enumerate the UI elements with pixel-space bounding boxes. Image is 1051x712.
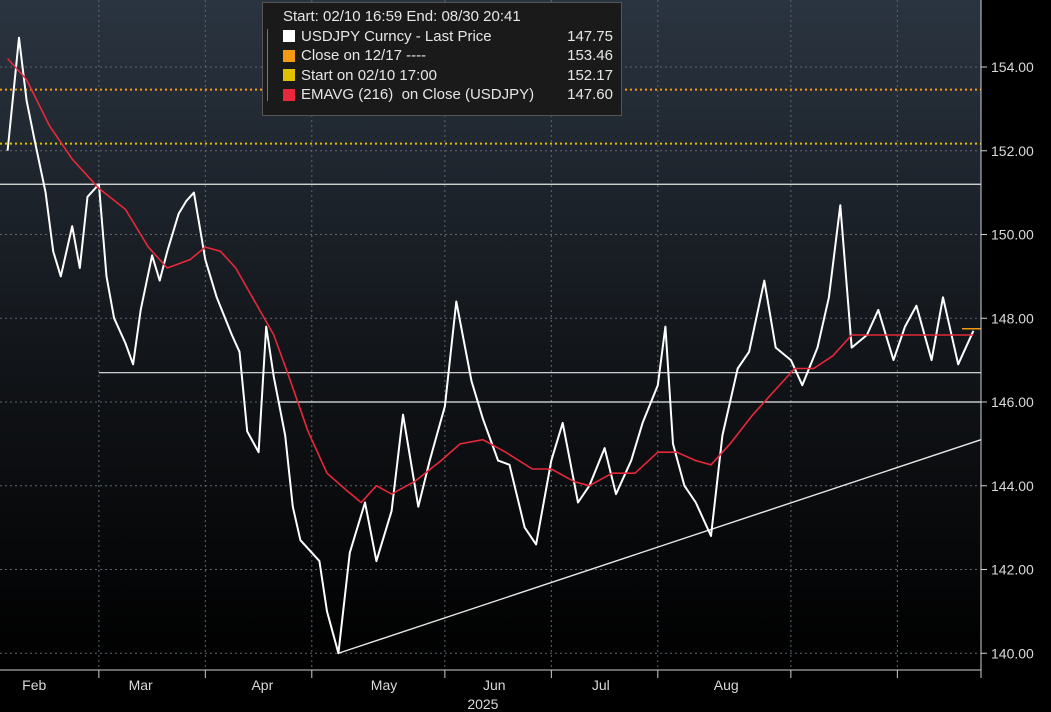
legend-label: Start on 02/10 17:00: [301, 66, 437, 84]
legend-value: 152.17: [567, 66, 613, 84]
y-tick-label: 140.00: [991, 645, 1034, 661]
y-tick-label: 154.00: [991, 59, 1034, 75]
y-tick-label: 144.00: [991, 478, 1034, 494]
legend-swatch-close: [283, 49, 295, 62]
legend-item-emavg: EMAVG (216) on Close (USDJPY) 147.60: [271, 85, 613, 105]
y-tick-label: 148.00: [991, 310, 1034, 326]
chart-root: 154.00 152.00 150.00 148.00 146.00 144.00 142.…: [0, 0, 1051, 712]
legend-header: Start: 02/10 16:59 End: 08/30 20:41: [283, 8, 521, 25]
legend-swatch-emavg: [283, 88, 295, 101]
legend-item-close-1217: Close on 12/17 ---- 153.46: [271, 46, 613, 66]
x-tick-label: Mar: [129, 677, 153, 693]
legend-value: 153.46: [567, 47, 613, 64]
x-tick-label: Aug: [714, 677, 739, 693]
legend-item-last-price: USDJPY Curncy - Last Price 147.75: [271, 27, 613, 47]
y-tick-label: 142.00: [991, 562, 1034, 578]
legend-label: USDJPY Curncy - Last Price: [301, 27, 492, 45]
y-tick-label: 146.00: [991, 394, 1034, 410]
legend-swatch-start: [283, 69, 295, 82]
legend-value: 147.60: [567, 86, 613, 103]
legend: Start: 02/10 16:59 End: 08/30 20:41 USDJ…: [262, 2, 622, 116]
x-tick-label: Jun: [483, 677, 506, 693]
y-tick-label: 150.00: [991, 227, 1034, 243]
x-tick-label: Feb: [22, 677, 46, 693]
legend-item-start: Start on 02/10 17:00 152.17: [271, 66, 613, 86]
y-tick-label: 152.00: [991, 143, 1034, 159]
legend-label: EMAVG (216) on Close (USDJPY): [301, 86, 535, 103]
legend-value: 147.75: [567, 27, 613, 45]
x-tick-label: Jul: [592, 677, 610, 693]
x-tick-label: May: [371, 677, 397, 693]
x-tick-label: Apr: [251, 677, 273, 693]
legend-swatch-last-price: [283, 30, 295, 43]
x-axis-year-label: 2025: [467, 696, 498, 712]
legend-label: Close on 12/17 ----: [301, 47, 427, 64]
